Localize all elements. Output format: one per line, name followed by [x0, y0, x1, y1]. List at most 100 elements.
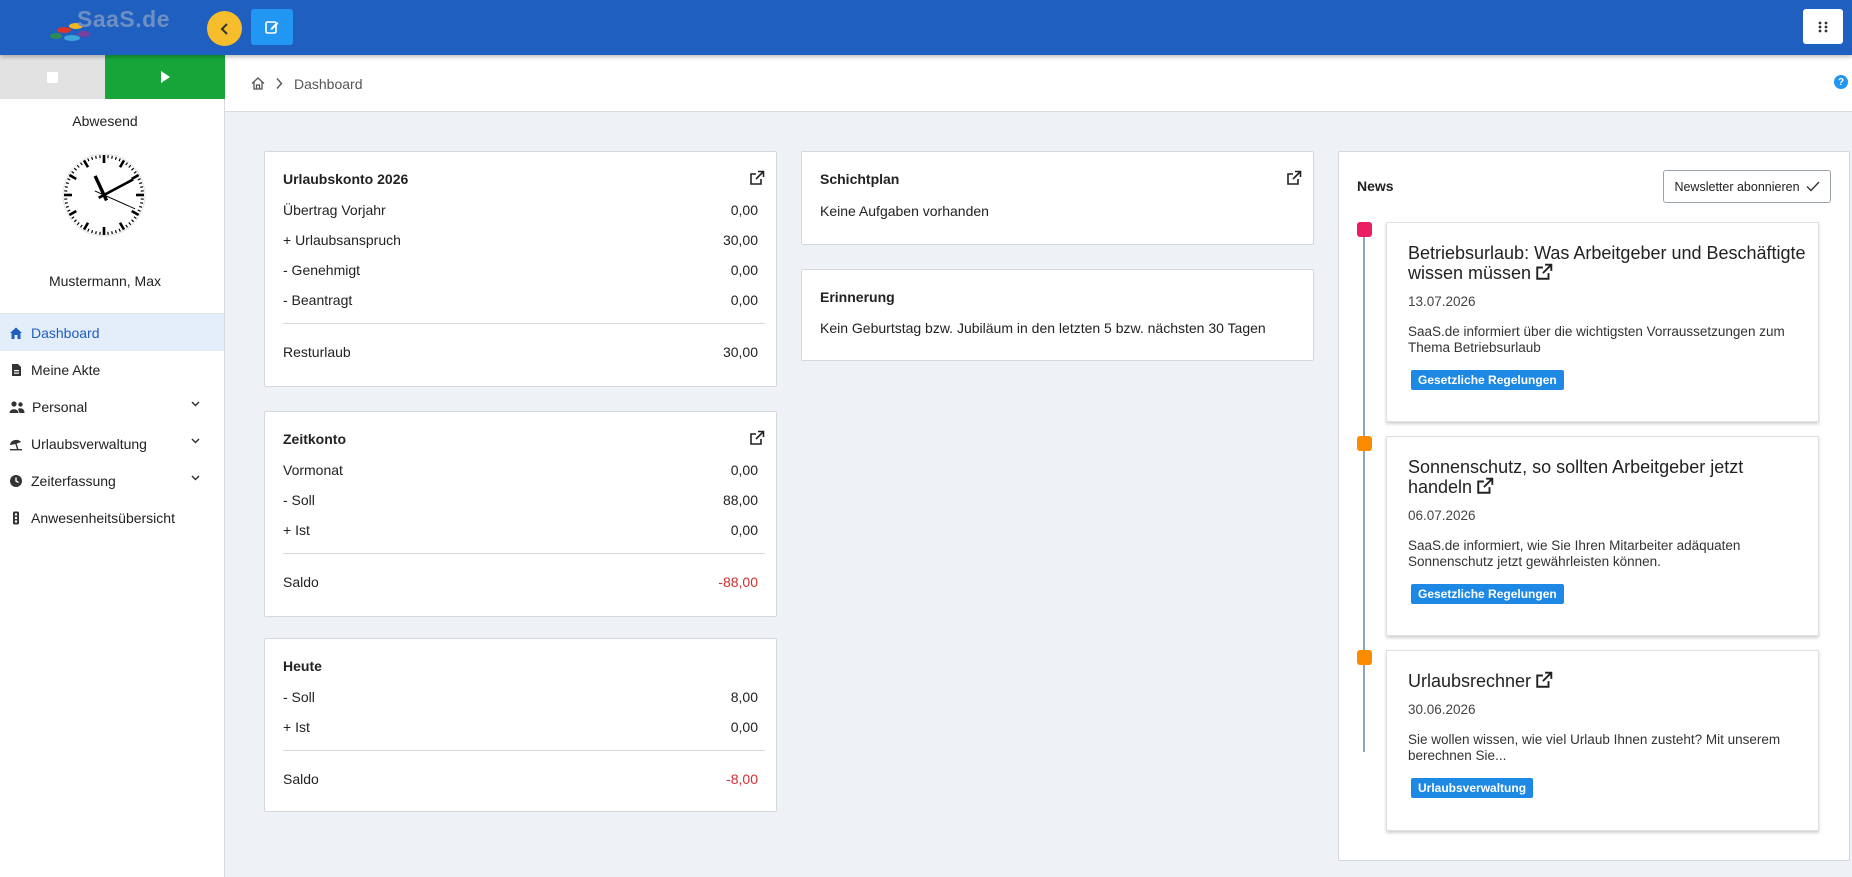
card-title: Urlaubskonto 2026 [283, 171, 409, 187]
row-label: Saldo [283, 771, 319, 787]
row-value: 0,00 [730, 719, 758, 735]
timeline-marker [1357, 650, 1372, 665]
users-icon [9, 400, 25, 413]
divider [283, 323, 765, 324]
newsletter-subscribe-button[interactable]: Newsletter abonnieren [1663, 170, 1831, 203]
sidebar: Abwesend Mustermann, Max Dashboard Meine… [0, 55, 225, 877]
news-date: 30.06.2026 [1408, 702, 1476, 717]
row-value: 30,00 [722, 344, 758, 360]
total-row: Saldo -8,00 [283, 771, 758, 791]
news-item[interactable]: Betriebsurlaub: Was Arbeitgeber und Besc… [1386, 222, 1819, 422]
chevron-down-icon [191, 475, 200, 481]
external-link-icon[interactable] [749, 430, 765, 446]
news-date: 06.07.2026 [1408, 508, 1476, 523]
table-row: - Soll 88,00 [283, 492, 758, 512]
table-row: - Beantragt 0,00 [283, 292, 758, 312]
nav-label: Dashboard [31, 324, 100, 341]
table-row: + Ist 0,00 [283, 522, 758, 542]
saas-logo[interactable]: SaaS.de [44, 4, 174, 48]
logo-text: SaaS.de [77, 6, 170, 32]
divider [283, 553, 765, 554]
news-item-title[interactable]: Sonnenschutz, so sollten Arbeitgeber jet… [1408, 457, 1808, 497]
home-icon [10, 327, 22, 339]
start-time-button[interactable] [105, 55, 225, 99]
divider [283, 750, 765, 751]
news-title-text: Urlaubsrechner [1408, 671, 1532, 691]
news-tag[interactable]: Gesetzliche Regelungen [1411, 584, 1564, 604]
clock-icon [62, 153, 146, 237]
traffic-light-icon [13, 511, 19, 524]
row-label: + Urlaubsanspruch [283, 232, 401, 248]
news-description: SaaS.de informiert, wie Sie Ihren Mitarb… [1408, 538, 1741, 569]
home-icon[interactable] [251, 77, 265, 90]
nav-label: Personal [32, 398, 88, 415]
news-tag[interactable]: Urlaubsverwaltung [1411, 778, 1534, 798]
nav-item-zeiterfassung[interactable]: Zeiterfassung [0, 462, 224, 499]
nav-label: Anwesenheitsübersicht [31, 509, 175, 526]
stop-icon [47, 71, 58, 83]
apps-menu-button[interactable] [1803, 9, 1843, 44]
check-icon [1806, 181, 1820, 192]
external-link-icon [1536, 671, 1553, 688]
table-row: Vormonat 0,00 [283, 462, 758, 482]
nav-item-urlaubsverwaltung[interactable]: Urlaubsverwaltung [0, 425, 224, 462]
nav-item-anwesenheitsuebersicht[interactable]: Anwesenheitsübersicht [0, 499, 224, 536]
timeline-marker [1357, 436, 1372, 451]
news-timeline [1363, 232, 1365, 752]
row-label: Resturlaub [283, 344, 351, 360]
table-row: - Genehmigt 0,00 [283, 262, 758, 282]
umbrella-icon [10, 439, 22, 450]
row-value: -8,00 [726, 771, 758, 787]
erinnerung-text: Kein Geburtstag bzw. Jubiläum in den let… [820, 320, 1266, 336]
row-label: - Soll [283, 689, 315, 705]
user-name: Mustermann, Max [48, 273, 162, 289]
news-title-text: Betriebsurlaub: Was Arbeitgeber und Besc… [1408, 243, 1806, 283]
news-title-text: Sonnenschutz, so sollten Arbeitgeber jet… [1408, 457, 1744, 497]
nav-item-personal[interactable]: Personal [0, 388, 224, 425]
chevron-left-icon [220, 22, 228, 35]
row-value: 8,00 [730, 689, 758, 705]
total-row: Resturlaub 30,00 [283, 344, 758, 364]
edit-icon [265, 21, 279, 34]
row-value: 88,00 [722, 492, 758, 508]
external-link-icon[interactable] [749, 170, 765, 186]
card-title: Zeitkonto [283, 431, 346, 447]
news-item-title[interactable]: Urlaubsrechner [1408, 671, 1808, 691]
news-card: News Newsletter abonnieren Betriebsurlau… [1338, 151, 1850, 861]
row-label: Übertrag Vorjahr [283, 202, 386, 218]
breadcrumb-current: Dashboard [294, 76, 363, 92]
table-row: - Soll 8,00 [283, 689, 758, 709]
collapse-sidebar-button[interactable] [207, 11, 242, 46]
external-link-icon [1536, 263, 1553, 280]
button-label: Newsletter abonnieren [1674, 179, 1800, 194]
news-tag[interactable]: Gesetzliche Regelungen [1411, 370, 1564, 390]
nav-item-dashboard[interactable]: Dashboard [0, 314, 224, 351]
row-label: - Beantragt [283, 292, 353, 308]
top-bar: SaaS.de [0, 0, 1852, 55]
news-item[interactable]: Urlaubsrechner 30.06.2026 Sie wollen wis… [1386, 650, 1819, 831]
schichtplan-card: Schichtplan Keine Aufgaben vorhanden [801, 151, 1314, 245]
table-row: + Ist 0,00 [283, 719, 758, 739]
nav-item-meine-akte[interactable]: Meine Akte [0, 351, 224, 388]
row-value: 0,00 [730, 292, 758, 308]
card-title: Heute [283, 658, 322, 674]
main-nav: Dashboard Meine Akte Personal Urlaubsver… [0, 313, 224, 536]
total-row: Saldo -88,00 [283, 574, 758, 594]
schichtplan-text: Keine Aufgaben vorhanden [820, 203, 989, 219]
row-label: + Ist [283, 719, 310, 735]
table-row: + Urlaubsanspruch 30,00 [283, 232, 758, 252]
nav-label: Meine Akte [31, 361, 101, 378]
row-label: Vormonat [283, 462, 343, 478]
news-item[interactable]: Sonnenschutz, so sollten Arbeitgeber jet… [1386, 436, 1819, 636]
file-icon [12, 363, 21, 376]
erinnerung-card: Erinnerung Kein Geburtstag bzw. Jubiläum… [801, 269, 1314, 361]
presence-status: Abwesend [72, 113, 138, 129]
news-item-title[interactable]: Betriebsurlaub: Was Arbeitgeber und Besc… [1408, 243, 1808, 283]
help-icon[interactable]: ? [1834, 75, 1848, 89]
external-link-icon[interactable] [1286, 170, 1302, 186]
stop-time-button[interactable] [0, 55, 105, 99]
grid-dots-icon [1818, 21, 1828, 32]
edit-dashboard-button[interactable] [251, 9, 293, 45]
timeline-marker [1357, 222, 1372, 237]
row-value: 0,00 [730, 262, 758, 278]
